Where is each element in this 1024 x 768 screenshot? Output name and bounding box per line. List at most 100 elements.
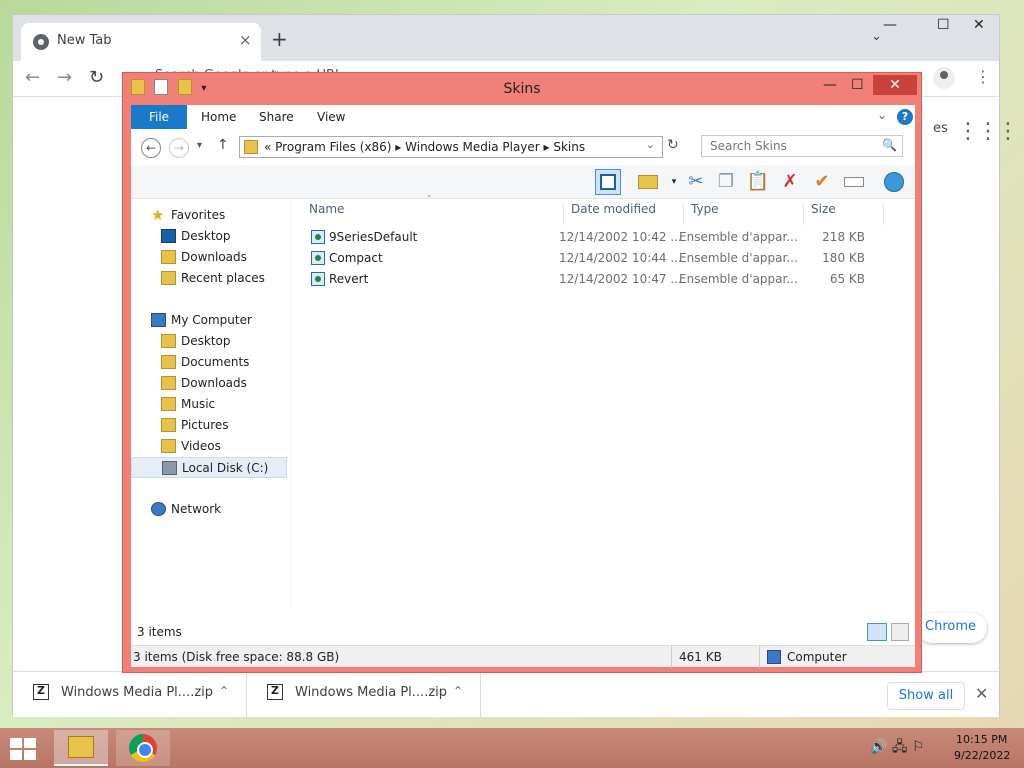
file-row[interactable]: Compact 12/14/2002 10:44 ... Ensemble d'… [307,248,907,269]
nav-downloads[interactable]: Downloads [131,247,291,268]
file-list: ˄ Name Date modified Type Size 9SeriesDe… [299,195,915,609]
forward-button[interactable]: → [169,138,189,158]
explorer-close-button[interactable]: ✕ [873,75,917,95]
address-bar[interactable]: « Program Files (x86) ▸ Windows Media Pl… [239,136,663,158]
show-all-downloads-button[interactable]: Show all [887,682,965,710]
column-divider[interactable] [683,203,684,225]
item-count: 3 items [137,625,182,639]
new-tab-button[interactable]: + [271,27,288,51]
nav-pictures[interactable]: Pictures [131,415,291,436]
system-tray-icons[interactable]: 🔊 🖧 ⚐ [870,736,925,760]
clock-time[interactable]: 10:15 PM [956,733,1007,746]
customize-chrome-button[interactable]: Chrome [917,613,987,643]
file-explorer-icon [68,736,94,758]
nav-music[interactable]: Music [131,394,291,415]
nav-my-computer[interactable]: My Computer [131,310,291,331]
nav-documents[interactable]: Documents [131,352,291,373]
nav-pc-desktop[interactable]: Desktop [131,331,291,352]
delete-icon[interactable]: ✗ [777,169,803,195]
cut-icon[interactable]: ✂ [683,169,709,195]
windows-start-icon[interactable] [10,738,38,760]
web-globe-icon[interactable] [881,169,907,195]
tab-file[interactable]: File [131,105,187,129]
column-divider[interactable] [803,203,804,225]
back-button[interactable]: ← [141,138,161,158]
address-row: ← → ▾ ↑ « Program Files (x86) ▸ Windows … [131,129,915,165]
explorer-minimize-button[interactable]: — [823,77,837,93]
nav-favorites[interactable]: ★ Favorites [131,205,291,226]
help-icon[interactable]: ? [897,109,913,125]
properties-icon[interactable] [154,79,169,95]
taskbar-file-explorer[interactable] [54,730,108,766]
skin-file-icon [311,251,325,265]
tab-home[interactable]: Home [201,110,236,124]
chrome-close-button[interactable]: ✕ [973,17,985,33]
skin-file-icon [311,230,325,244]
explorer-maximize-button[interactable]: ☐ [851,77,864,93]
rename-icon[interactable] [841,169,867,195]
computer-icon [151,313,166,327]
tab-view[interactable]: View [317,110,345,124]
search-icon[interactable]: 🔍 [882,138,897,152]
nav-network[interactable]: Network [131,499,291,520]
disk-free-text: 3 items (Disk free space: 88.8 GB) [133,650,340,664]
chevron-up-icon[interactable]: ⌃ [219,684,229,698]
column-size[interactable]: Size [811,202,836,216]
column-type[interactable]: Type [691,202,719,216]
preview-pane-icon[interactable] [595,169,621,195]
chrome-maximize-button[interactable]: ☐ [937,17,950,33]
download-item[interactable]: Windows Media Pl....zip ⌃ [13,672,247,718]
new-folder-icon[interactable] [177,79,192,95]
chevron-up-icon[interactable]: ⌃ [453,684,463,698]
refresh-icon[interactable]: ↻ [667,137,679,153]
download-item[interactable]: Windows Media Pl....zip ⌃ [247,672,481,718]
file-date: 12/14/2002 10:42 ... [559,230,682,244]
close-download-shelf-icon[interactable]: ✕ [975,684,988,703]
nav-videos[interactable]: Videos [131,436,291,457]
tab-new-tab[interactable]: New Tab × [21,23,261,61]
profile-avatar-icon[interactable] [933,67,955,89]
nav-pc-downloads[interactable]: Downloads [131,373,291,394]
paste-icon[interactable]: 📋 [745,169,771,195]
nav-recent-places[interactable]: Recent places [131,268,291,289]
search-input[interactable]: Search Skins 🔍 [701,135,903,157]
chrome-minimize-button[interactable]: — [883,17,897,33]
expand-ribbon-icon[interactable]: ⌄ [877,108,887,122]
page-partial-text: es [933,121,948,136]
nav-label: Downloads [181,376,247,390]
nav-desktop[interactable]: Desktop [131,226,291,247]
properties-check-icon[interactable]: ✔ [809,169,835,195]
column-divider[interactable] [563,203,564,225]
copy-icon[interactable]: ❐ [713,169,739,195]
reload-button[interactable]: ↻ [89,67,104,88]
tab-close-icon[interactable]: × [239,31,252,49]
address-dropdown-icon[interactable]: ⌄ [646,140,654,151]
explorer-titlebar: Skins ▾ — ☐ ✕ [123,73,921,103]
taskbar-chrome[interactable] [116,730,170,766]
file-name: Compact [329,251,383,265]
column-name[interactable]: Name [309,202,344,216]
status-divider [759,646,760,668]
back-button[interactable]: ← [25,67,40,88]
forward-button[interactable]: → [57,67,72,88]
file-date: 12/14/2002 10:47 ... [559,272,682,286]
tab-share[interactable]: Share [259,110,294,124]
folder-icon [244,140,258,154]
new-folder-icon[interactable] [635,169,661,195]
tab-search-chevron-icon[interactable]: ⌄ [871,29,882,44]
column-date-modified[interactable]: Date modified [571,202,656,216]
details-view-icon[interactable] [867,623,887,641]
up-button[interactable]: ↑ [217,137,229,153]
folder-icon [161,418,176,432]
breadcrumb[interactable]: « Program Files (x86) ▸ Windows Media Pl… [264,140,585,154]
large-icons-view-icon[interactable] [891,623,909,641]
file-row[interactable]: 9SeriesDefault 12/14/2002 10:42 ... Ense… [307,227,907,248]
nav-local-disk[interactable]: Local Disk (C:) [131,457,287,478]
google-apps-icon[interactable]: ⋮⋮⋮ [957,119,1019,144]
column-divider[interactable] [883,203,884,225]
file-row[interactable]: Revert 12/14/2002 10:47 ... Ensemble d'a… [307,269,907,290]
clock-date[interactable]: 9/22/2022 [954,749,1010,762]
qat-dropdown-icon[interactable]: ▾ [201,83,206,94]
recent-locations-icon[interactable]: ▾ [197,140,202,151]
chrome-menu-icon[interactable]: ⋮ [975,67,991,86]
